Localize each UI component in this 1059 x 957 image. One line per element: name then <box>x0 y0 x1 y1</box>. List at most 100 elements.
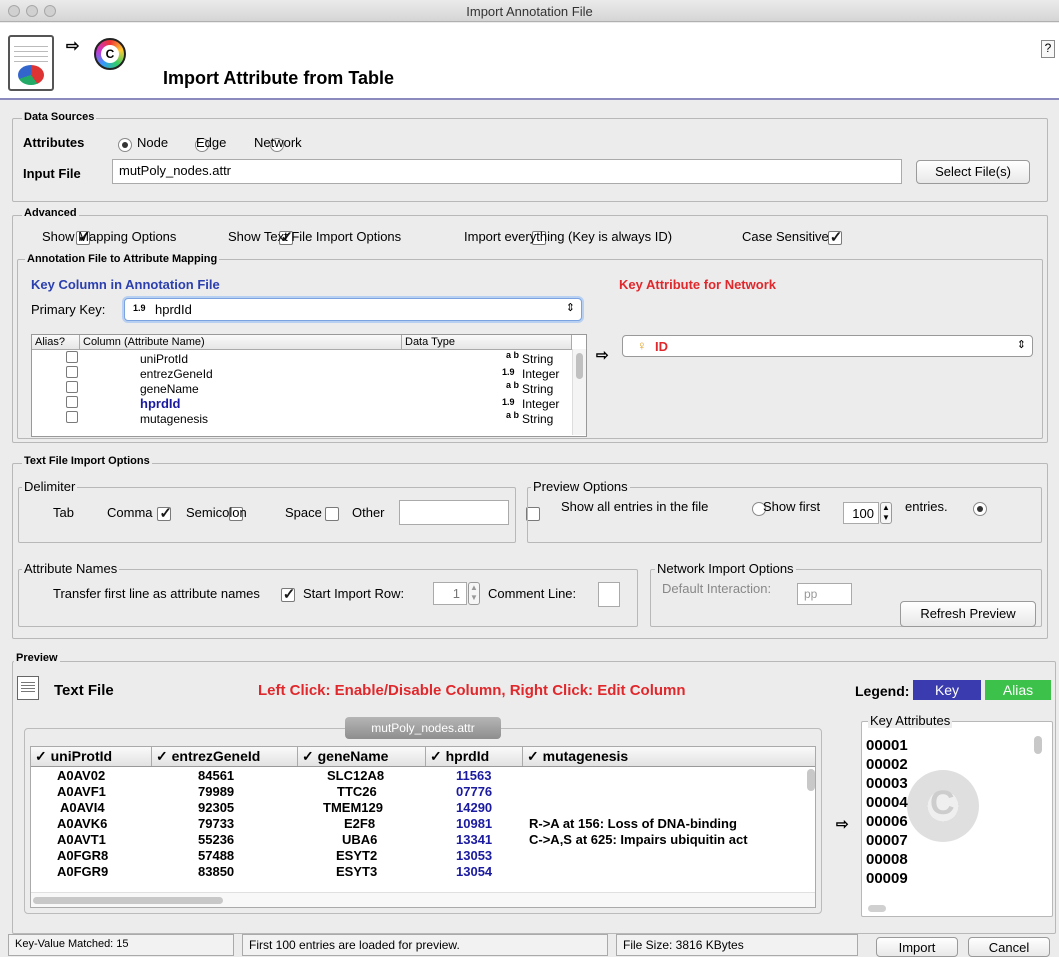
cell-genename: TMEM129 <box>323 800 383 815</box>
show-first-input[interactable]: 100 <box>843 502 879 524</box>
case-sensitive-checkbox[interactable] <box>827 228 842 246</box>
column-header[interactable]: ✓ uniProtId <box>31 747 152 766</box>
column-header[interactable]: ✓ entrezGeneId <box>152 747 298 766</box>
preview-file-tab[interactable]: mutPoly_nodes.attr <box>345 717 501 739</box>
node-radio[interactable] <box>118 137 132 152</box>
other-label: Other <box>352 505 385 520</box>
cell-genename: UBA6 <box>342 832 378 847</box>
mapping-label: Annotation File to Attribute Mapping <box>25 253 220 265</box>
column-row[interactable]: hprdId 1.9 Integer <box>32 396 572 411</box>
lightbulb-icon: ♀ <box>637 338 647 353</box>
key-attribute-item[interactable]: 00007 <box>866 832 1026 851</box>
import-button[interactable]: Import <box>876 937 958 957</box>
refresh-preview-button[interactable]: Refresh Preview <box>900 601 1036 627</box>
primary-key-value: hprdId <box>155 302 192 317</box>
entries-label: entries. <box>905 499 948 514</box>
key-attribute-item[interactable]: 00009 <box>866 870 1026 889</box>
cell-hprd: 13054 <box>456 864 493 879</box>
show-first-radio[interactable] <box>973 501 988 516</box>
preview-rows: A0AV02 84561 SLC12A8 11563 A0AVF1 79989 … <box>31 768 811 880</box>
column-name: mutagenesis <box>140 412 209 426</box>
legend-alias: Alias <box>985 680 1051 700</box>
key-attributes-hscroll-thumb[interactable] <box>868 905 886 912</box>
node-radio-label: Node <box>137 135 169 150</box>
comment-line-input[interactable] <box>598 582 620 607</box>
delimiter-label: Delimiter <box>22 479 78 494</box>
preview-status-message: First 100 entries are loaded for preview… <box>242 934 608 956</box>
cell-genename: TTC26 <box>337 784 377 799</box>
semicolon-checkbox[interactable] <box>324 506 339 521</box>
cell-uniprot: A0AVI4 <box>60 800 105 815</box>
other-delimiter-input[interactable] <box>399 500 509 525</box>
network-key-select[interactable]: ♀ ID ⇕ <box>622 335 1033 357</box>
attributes-label: Attributes <box>23 135 85 150</box>
columns-scrollbar[interactable] <box>572 349 586 435</box>
column-row[interactable]: mutagenesis a b String <box>32 410 572 426</box>
edge-radio-label: Edge <box>196 135 227 150</box>
input-file-label: Input File <box>23 166 81 181</box>
alias-header: Alias? <box>32 335 80 350</box>
cell-uniprot: A0FGR9 <box>57 864 109 879</box>
key-attribute-label: Key Attribute for Network <box>619 277 776 292</box>
tab-checkbox[interactable] <box>157 504 172 522</box>
transfer-first-line-checkbox[interactable] <box>280 585 295 603</box>
help-button[interactable]: ? <box>1041 40 1055 58</box>
cancel-button[interactable]: Cancel <box>968 937 1050 957</box>
start-row-input[interactable]: 1 <box>433 582 467 605</box>
alias-checkbox[interactable] <box>66 366 78 378</box>
input-file-field[interactable]: mutPoly_nodes.attr <box>112 159 902 184</box>
alias-checkbox[interactable] <box>66 381 78 393</box>
text-file-icon <box>17 676 39 700</box>
column-header[interactable]: ✓ mutagenesis <box>523 747 815 766</box>
column-name-header: Column (Attribute Name) <box>80 335 402 350</box>
table-row: A0FGR8 57488 ESYT2 13053 <box>31 848 811 864</box>
legend-label: Legend: <box>855 683 910 699</box>
alias-checkbox[interactable] <box>66 351 78 363</box>
key-attribute-item[interactable]: 00004 <box>866 794 1026 813</box>
alias-checkbox[interactable] <box>66 411 78 423</box>
key-attribute-item[interactable]: 00008 <box>866 851 1026 870</box>
string-type-icon: a b <box>506 410 520 420</box>
cell-hprd: 13053 <box>456 848 493 863</box>
column-row[interactable]: uniProtId a b String <box>32 350 572 366</box>
preview-options-label: Preview Options <box>531 479 630 494</box>
preview-table-header: ✓ uniProtId ✓ entrezGeneId ✓ geneName ✓ … <box>31 747 815 767</box>
key-value-matched-status: Key-Value Matched: 15 <box>8 934 234 956</box>
show-first-label: Show first <box>763 499 821 514</box>
key-attribute-item[interactable]: 00001 <box>866 737 1026 756</box>
key-attribute-item[interactable]: 00002 <box>866 756 1026 775</box>
columns-scroll-thumb[interactable] <box>576 353 583 379</box>
preview-scroll-thumb[interactable] <box>807 769 815 791</box>
key-attribute-item[interactable]: 00006 <box>866 813 1026 832</box>
key-attribute-item[interactable]: 00003 <box>866 775 1026 794</box>
start-row-stepper[interactable]: ▲ ▼ <box>468 582 480 605</box>
column-name: geneName <box>140 382 199 396</box>
cell-entrez: 57488 <box>198 848 235 863</box>
cell-hprd: 07776 <box>456 784 493 799</box>
column-row[interactable]: geneName a b String <box>32 380 572 396</box>
comma-label: Comma <box>107 505 153 520</box>
preview-hscroll-thumb[interactable] <box>33 897 223 904</box>
primary-key-select[interactable]: 1.9 hprdId ⇕ <box>124 298 582 321</box>
key-attributes-label: Key Attributes <box>868 713 953 728</box>
key-column-label: Key Column in Annotation File <box>31 277 220 292</box>
dialog-header <box>0 23 1059 100</box>
columns-list: uniProtId a b String entrezGeneId 1.9 In… <box>32 350 572 426</box>
column-type: String <box>522 412 554 426</box>
show-first-stepper[interactable]: ▲ ▼ <box>880 502 892 524</box>
column-row[interactable]: entrezGeneId 1.9 Integer <box>32 366 572 381</box>
column-header[interactable]: ✓ hprdId <box>426 747 523 766</box>
cell-uniprot: A0FGR8 <box>57 848 109 863</box>
integer-type-icon: 1.9 <box>502 397 515 407</box>
select-files-button[interactable]: Select File(s) <box>916 160 1030 184</box>
preview-label: Preview <box>14 652 60 664</box>
column-name-key: hprdId <box>140 396 181 411</box>
select-arrows-icon: ⇕ <box>1016 339 1026 351</box>
cell-genename: ESYT2 <box>336 848 378 863</box>
preview-horizontal-scrollbar[interactable] <box>31 892 815 907</box>
alias-checkbox[interactable] <box>66 396 78 408</box>
check-icon: ✓ <box>430 748 446 764</box>
column-header[interactable]: ✓ geneName <box>298 747 426 766</box>
key-attributes-scroll-thumb[interactable] <box>1034 736 1042 754</box>
default-interaction-input[interactable]: pp <box>797 583 852 605</box>
